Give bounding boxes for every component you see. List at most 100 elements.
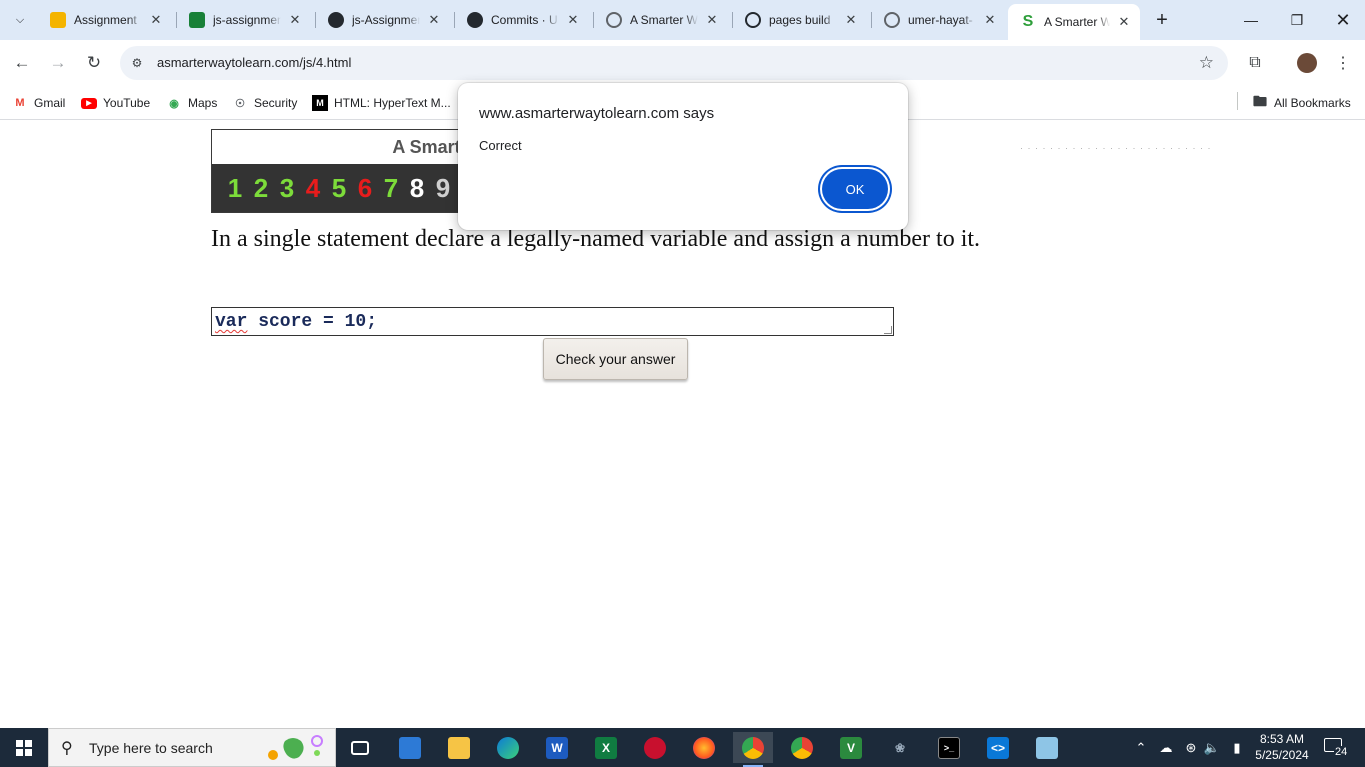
dialog-message: Correct — [479, 138, 522, 153]
tab-2[interactable]: js-assignment ✕ — [177, 6, 311, 34]
chapter-number[interactable]: 9 — [430, 173, 456, 204]
tab-search-chevron-icon[interactable]: ⌵ — [6, 8, 34, 32]
close-icon[interactable]: ✕ — [843, 12, 859, 28]
bookmark-mdn[interactable]: M HTML: HyperText M... — [312, 92, 451, 114]
chapter-number[interactable]: 3 — [274, 173, 300, 204]
screen-recorder-icon[interactable] — [635, 732, 675, 763]
ok-button[interactable]: OK — [822, 169, 888, 209]
chapter-number[interactable]: 5 — [326, 173, 352, 204]
decorative-dots: · · · · · · · · · · · · · · · · · · · · … — [1020, 143, 1212, 153]
answer-keyword: var — [215, 312, 248, 332]
windows-taskbar: ⚲ Type here to search W X V ❀ >_ <> ⌃ ☁ … — [0, 728, 1365, 767]
tab-4[interactable]: Commits · U ✕ — [455, 6, 589, 34]
volume-icon[interactable]: 🔈 — [1203, 728, 1221, 767]
menu-kebab-icon[interactable]: ⋮ — [1328, 48, 1358, 78]
close-icon[interactable]: ✕ — [287, 12, 303, 28]
search-highlight-art-icon — [268, 735, 323, 760]
bookmarks-separator — [1237, 92, 1238, 110]
chapter-number[interactable]: 8 — [404, 173, 430, 204]
bookmark-star-icon[interactable]: ☆ — [1199, 53, 1214, 73]
answer-textarea[interactable]: var score = 10; — [211, 307, 894, 336]
address-bar[interactable]: ⚙ asmarterwaytolearn.com/js/4.html ☆ — [120, 46, 1228, 80]
extensions-puzzle-icon[interactable]: ⧉ — [1240, 48, 1270, 78]
tab-6[interactable]: pages build ✕ — [733, 6, 867, 34]
answer-text: score = 10; — [247, 312, 378, 332]
notification-count: 24 — [1334, 746, 1349, 758]
chrome-icon-active[interactable] — [733, 732, 773, 767]
tray-overflow-chevron-icon[interactable]: ⌃ — [1133, 728, 1149, 767]
all-bookmarks[interactable]: 🖿 All Bookmarks — [1252, 92, 1351, 114]
tab-7[interactable]: umer-hayat- ✕ — [872, 6, 1006, 34]
browser-toolbar: ← → ↻ ⚙ asmarterwaytolearn.com/js/4.html… — [0, 40, 1365, 86]
app-icon-pc[interactable] — [390, 732, 430, 763]
tab-5[interactable]: A Smarter W ✕ — [594, 6, 728, 34]
bookmark-youtube[interactable]: ▶ YouTube — [81, 92, 150, 114]
close-icon[interactable]: ✕ — [426, 12, 442, 28]
chapter-number[interactable]: 4 — [300, 173, 326, 204]
resize-grip-icon[interactable] — [884, 326, 892, 334]
close-icon[interactable]: ✕ — [982, 12, 998, 28]
chrome-profile-icon[interactable] — [782, 732, 822, 763]
chapter-number[interactable]: 1 — [222, 173, 248, 204]
close-icon[interactable]: ✕ — [704, 12, 720, 28]
google-slides-icon — [50, 12, 66, 28]
new-tab-plus-icon[interactable]: + — [1150, 8, 1174, 32]
search-icon: ⚲ — [61, 739, 73, 757]
start-button[interactable] — [0, 728, 48, 767]
close-icon[interactable]: ✕ — [1116, 14, 1132, 30]
site-info-icon[interactable]: ⚙ — [128, 54, 146, 72]
bookmark-label: Maps — [188, 96, 218, 110]
close-icon[interactable]: ✕ — [148, 12, 164, 28]
youtube-icon: ▶ — [81, 95, 97, 111]
tab-title: umer-hayat- — [908, 13, 973, 27]
firefox-icon[interactable] — [684, 732, 724, 763]
bookmark-maps[interactable]: ◉ Maps — [166, 92, 217, 114]
chapter-number[interactable]: 6 — [352, 173, 378, 204]
close-icon[interactable]: ✕ — [565, 12, 581, 28]
battery-icon[interactable]: ▮ — [1227, 728, 1247, 767]
window-close-icon[interactable]: ✕ — [1320, 0, 1365, 40]
chapter-number[interactable]: 7 — [378, 173, 404, 204]
clock-date: 5/25/2024 — [1255, 748, 1309, 762]
clock-time: 8:53 AM — [1259, 732, 1305, 746]
github-icon — [328, 12, 344, 28]
vscode-icon[interactable]: <> — [978, 732, 1018, 763]
chapter-number[interactable]: 2 — [248, 173, 274, 204]
search-placeholder: Type here to search — [89, 739, 213, 756]
back-arrow-icon[interactable]: ← — [7, 48, 37, 78]
word-icon[interactable]: W — [537, 732, 577, 763]
tab-1[interactable]: Assignment ✕ — [38, 6, 172, 34]
dialog-title: www.asmarterwaytolearn.com says — [479, 105, 715, 122]
notepad-icon[interactable] — [1027, 732, 1067, 763]
onedrive-icon[interactable]: ☁ — [1156, 728, 1176, 767]
globe-icon — [884, 12, 900, 28]
reload-icon[interactable]: ↻ — [79, 48, 109, 78]
tab-3[interactable]: js-Assignment ✕ — [316, 6, 450, 34]
tab-title: Commits · U — [491, 13, 558, 27]
tab-title: js-Assignment — [352, 13, 420, 27]
taskbar-search[interactable]: ⚲ Type here to search — [48, 728, 336, 767]
notifications-icon[interactable]: 24 — [1322, 736, 1352, 760]
check-answer-button[interactable]: Check your answer — [543, 338, 688, 380]
excel-icon[interactable]: X — [586, 732, 626, 763]
bookmark-gmail[interactable]: M Gmail — [12, 92, 65, 114]
file-explorer-icon[interactable] — [439, 732, 479, 763]
all-bookmarks-label: All Bookmarks — [1274, 96, 1351, 110]
google-sheets-icon — [189, 12, 205, 28]
edge-icon[interactable] — [488, 732, 528, 763]
taskbar-clock[interactable]: 8:53 AM 5/25/2024 — [1252, 731, 1312, 763]
tab-8-active[interactable]: S A Smarter W ✕ — [1008, 4, 1140, 40]
bookmark-label: Gmail — [34, 96, 66, 110]
task-view-icon[interactable] — [340, 732, 380, 763]
restore-icon[interactable]: ❐ — [1274, 0, 1320, 40]
wifi-icon[interactable]: ⊛ — [1181, 728, 1201, 767]
forward-arrow-icon[interactable]: → — [43, 48, 73, 78]
bookmark-security[interactable]: ☉ Security — [232, 92, 297, 114]
vim-icon[interactable]: V — [831, 732, 871, 763]
profile-avatar[interactable] — [1292, 48, 1322, 78]
terminal-icon[interactable]: >_ — [929, 732, 969, 763]
windows-logo-icon — [16, 739, 32, 756]
minimize-icon[interactable]: — — [1228, 0, 1274, 40]
address-url[interactable]: asmarterwaytolearn.com/js/4.html — [157, 55, 351, 70]
bug-app-icon[interactable]: ❀ — [880, 732, 920, 763]
